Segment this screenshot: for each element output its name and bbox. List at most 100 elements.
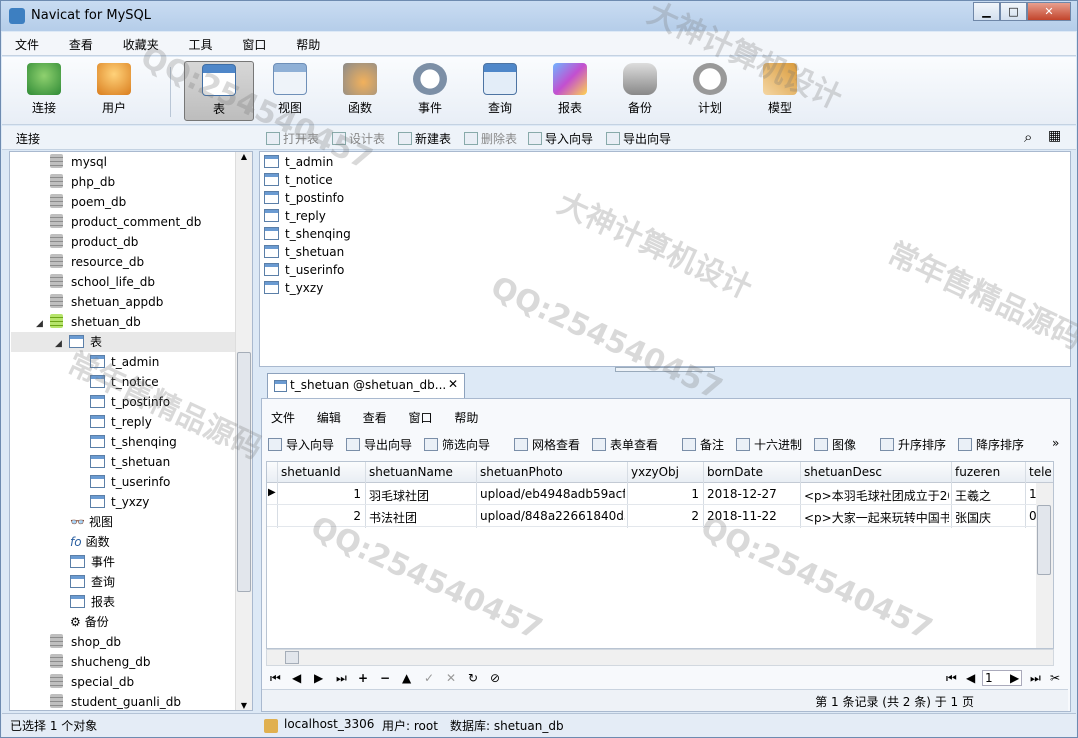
hex-button[interactable]: 十六进制 — [736, 436, 802, 453]
tree-db-product-comment[interactable]: product_comment_db — [50, 212, 201, 232]
table-cell[interactable]: 2 — [279, 509, 361, 523]
toolbar-backup-button[interactable]: 备份 — [608, 61, 672, 121]
expand-arrow-icon[interactable]: ◢ — [55, 334, 69, 354]
new-table-button[interactable]: 新建表 — [398, 130, 451, 147]
tree-db-school-life[interactable]: school_life_db — [50, 272, 155, 292]
editor-menu-file[interactable]: 文件 — [262, 399, 304, 426]
tree-table-item[interactable]: t_reply — [90, 412, 152, 432]
editor-menu-help[interactable]: 帮助 — [445, 399, 487, 426]
add-record-icon[interactable]: + — [358, 671, 368, 685]
tree-db-resource[interactable]: resource_db — [50, 252, 144, 272]
table-cell[interactable]: 1 — [279, 487, 361, 501]
tree-db-mysql[interactable]: mysql — [50, 152, 107, 172]
tree-db-shucheng[interactable]: shucheng_db — [50, 652, 151, 672]
maximize-button[interactable]: □ — [1000, 2, 1027, 21]
column-header[interactable]: shetuanDesc — [804, 465, 882, 479]
table-cell[interactable]: 2018-12-27 — [707, 487, 799, 501]
prev-record-icon[interactable]: ◀ — [292, 671, 301, 685]
settings-tools-icon[interactable]: ✂ — [1050, 671, 1060, 685]
table-cell[interactable]: 张国庆 — [955, 509, 1023, 526]
delete-record-icon[interactable]: − — [380, 671, 390, 685]
object-list-item[interactable]: t_shenqing — [264, 225, 351, 243]
first-page-icon[interactable]: ⏮ — [946, 671, 957, 686]
column-header[interactable]: shetuanId — [281, 465, 341, 479]
column-header[interactable]: shetuanPhoto — [480, 465, 563, 479]
first-record-icon[interactable]: ⏮ — [270, 671, 281, 686]
toolbar-query-button[interactable]: 查询 — [468, 61, 532, 121]
toolbar-connection-button[interactable]: 连接 — [12, 61, 76, 121]
tree-db-student-guanli[interactable]: student_guanli_db — [50, 692, 181, 710]
object-list-item[interactable]: t_admin — [264, 153, 333, 171]
open-table-button[interactable]: 打开表 — [266, 130, 319, 147]
last-page-icon[interactable]: ⏭ — [1030, 671, 1041, 686]
grid-vertical-scrollbar[interactable] — [1036, 483, 1053, 648]
minimize-button[interactable]: ▁ — [973, 2, 1000, 21]
object-list-item[interactable]: t_reply — [264, 207, 326, 225]
import-wizard-button[interactable]: 导入向导 — [268, 436, 334, 453]
stop-icon[interactable]: ⊘ — [490, 671, 500, 685]
table-cell[interactable]: <p>本羽毛球社团成立于20 — [804, 487, 949, 504]
grid-view-button[interactable]: 网格查看 — [514, 436, 580, 453]
filter-wizard-button[interactable]: 筛选向导 — [424, 436, 490, 453]
column-header[interactable]: yxzyObj — [631, 465, 679, 479]
tree-db-shetuan-app[interactable]: shetuan_appdb — [50, 292, 163, 312]
apply-icon[interactable]: ▲ — [402, 671, 411, 685]
column-header[interactable]: tele — [1029, 465, 1052, 479]
object-list-item[interactable]: t_userinfo — [264, 261, 344, 279]
import-wizard-button[interactable]: 导入向导 — [528, 130, 593, 147]
editor-menu-edit[interactable]: 编辑 — [308, 399, 350, 426]
cancel-icon[interactable]: ✓ — [424, 671, 434, 685]
tree-db-poem[interactable]: poem_db — [50, 192, 126, 212]
editor-menu-view[interactable]: 查看 — [354, 399, 396, 426]
next-page-icon[interactable]: ▶ — [1010, 671, 1019, 685]
tree-table-item[interactable]: t_postinfo — [90, 392, 170, 412]
view-mode-icon[interactable]: ▦ — [1048, 128, 1061, 144]
menu-view[interactable]: 查看 — [56, 32, 106, 53]
export-wizard-button[interactable]: 导出向导 — [346, 436, 412, 453]
expand-arrow-icon[interactable]: ◢ — [36, 314, 50, 334]
tree-table-item[interactable]: t_shetuan — [90, 452, 170, 472]
tree-functions-node[interactable]: fo 函数 — [70, 532, 110, 552]
toolbar-report-button[interactable]: 报表 — [538, 61, 602, 121]
tree-table-item[interactable]: t_yxzy — [90, 492, 149, 512]
design-table-button[interactable]: 设计表 — [332, 130, 385, 147]
tree-table-item[interactable]: t_userinfo — [90, 472, 170, 492]
tree-views-node[interactable]: 👓 视图 — [70, 512, 113, 532]
sort-asc-button[interactable]: 升序排序 — [880, 436, 946, 453]
tree-queries-node[interactable]: 查询 — [70, 572, 115, 592]
column-header[interactable]: fuzeren — [955, 465, 1000, 479]
tree-table-item[interactable]: t_notice — [90, 372, 159, 392]
scroll-up-icon[interactable]: ▲ — [236, 152, 252, 161]
editor-menu-window[interactable]: 窗口 — [400, 399, 442, 426]
menu-window[interactable]: 窗口 — [229, 32, 279, 53]
memo-button[interactable]: 备注 — [682, 436, 724, 453]
grid-scroll-thumb[interactable] — [1037, 505, 1051, 575]
table-row[interactable]: 2 书法社团 upload/848a22661840d3 2 2018-11-2… — [267, 505, 1053, 527]
table-cell[interactable]: 王羲之 — [955, 487, 1023, 504]
search-icon[interactable]: ⌕ — [1024, 128, 1032, 146]
column-header[interactable]: bornDate — [707, 465, 763, 479]
table-cell[interactable]: 书法社团 — [369, 509, 473, 526]
table-cell[interactable]: 2 — [629, 509, 699, 523]
grid-hscroll-thumb[interactable] — [285, 651, 299, 664]
splitter-grip[interactable] — [615, 367, 715, 372]
prev-page-icon[interactable]: ◀ — [966, 671, 975, 685]
discard-icon[interactable]: ✕ — [446, 671, 456, 685]
column-header[interactable]: shetuanName — [369, 465, 453, 479]
tree-db-php[interactable]: php_db — [50, 172, 115, 192]
tree-db-shop[interactable]: shop_db — [50, 632, 121, 652]
toolbar-table-button[interactable]: 表 — [184, 61, 254, 121]
table-cell[interactable]: 1 — [629, 487, 699, 501]
tree-table-item[interactable]: t_shenqing — [90, 432, 177, 452]
toolbar-view-button[interactable]: 视图 — [258, 61, 322, 121]
toolbar-user-button[interactable]: 用户 — [82, 61, 146, 121]
table-cell[interactable]: <p>大家一起来玩转中国书 — [804, 509, 949, 526]
tree-backups-node[interactable]: ⚙ 备份 — [70, 612, 109, 632]
table-row[interactable]: ▶ 1 羽毛球社团 upload/eb4948adb59acfl 1 2018-… — [267, 483, 1053, 505]
refresh-icon[interactable]: ↻ — [468, 671, 478, 685]
tree-db-shetuan[interactable]: ◢ shetuan_db — [36, 312, 141, 332]
toolbar-schedule-button[interactable]: 计划 — [678, 61, 742, 121]
grid-horizontal-scrollbar[interactable] — [266, 649, 1054, 666]
next-record-icon[interactable]: ▶ — [314, 671, 323, 685]
menu-tools[interactable]: 工具 — [176, 32, 226, 53]
